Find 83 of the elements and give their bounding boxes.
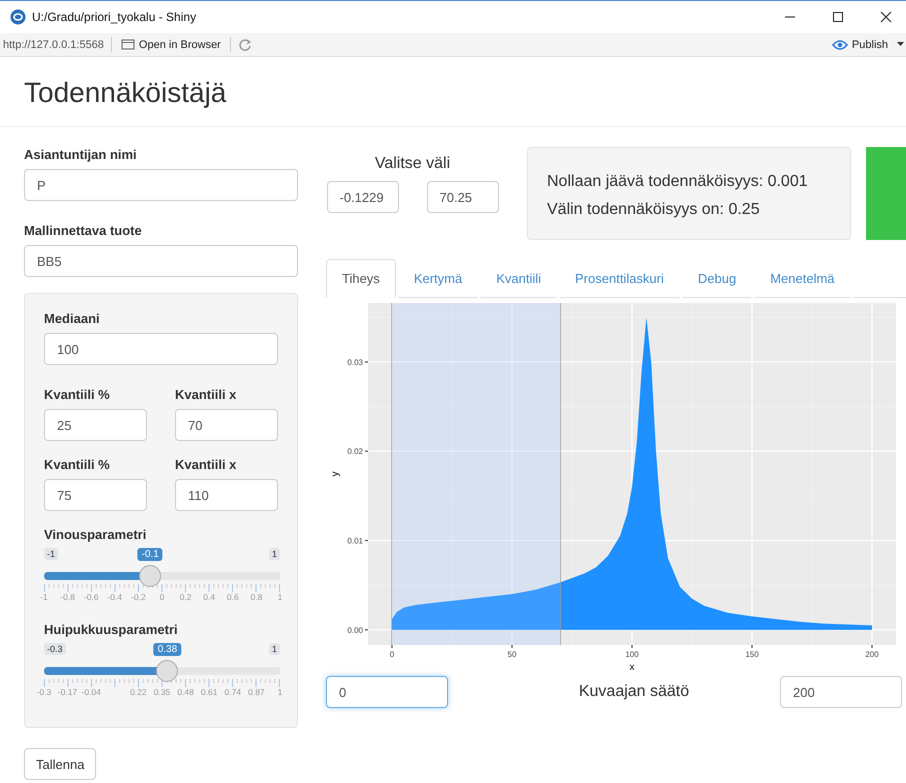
tick-label: 150: [745, 650, 759, 659]
result-text: Välin todennäköisyys on: 0.25: [547, 201, 761, 219]
axis-title: y: [330, 472, 341, 476]
close-icon[interactable]: [880, 11, 892, 23]
slider-label: Vinousparametri: [44, 527, 148, 542]
scale-label: 1: [278, 687, 282, 697]
plot-controls-title: Kuvaajan säätö: [578, 683, 690, 701]
scale-label: -0.4: [107, 592, 122, 602]
slider-max: 1: [268, 548, 280, 560]
tick-label: 100: [625, 650, 639, 659]
scale-label: 0.22: [130, 687, 147, 697]
open-in-browser-button[interactable]: Open in Browser: [118, 38, 223, 50]
slider-handle[interactable]: [156, 660, 178, 682]
input-field[interactable]: BB5: [24, 245, 298, 277]
input-field[interactable]: 70: [175, 409, 278, 441]
tab[interactable]: Menetelmä: [754, 259, 851, 298]
slider-min: -1: [44, 548, 58, 560]
input-field[interactable]: 0: [326, 676, 448, 708]
tick-label: 0.02: [347, 447, 363, 456]
scale-label: 0.4: [203, 592, 216, 602]
maximize-icon[interactable]: [832, 11, 844, 23]
scale-label: -0.3: [36, 687, 52, 697]
result-text: Nollaan jäävä todennäköisyys: 0.001: [547, 173, 809, 191]
scale-label: -1: [40, 592, 48, 602]
tick-label: 0.03: [347, 358, 363, 367]
slider-value: 0.38: [154, 643, 182, 656]
scale-label: 0.6: [226, 592, 239, 602]
refresh-icon[interactable]: [238, 38, 252, 52]
field-label: Mallinnettava tuote: [24, 223, 143, 238]
scale-label: -0.8: [60, 592, 75, 602]
caret-icon[interactable]: [897, 42, 904, 47]
tab[interactable]: Tiheys: [326, 259, 396, 298]
page-title: Todennäköistäjä: [24, 76, 228, 110]
input-field[interactable]: 75: [44, 479, 147, 511]
input-field[interactable]: P: [24, 169, 298, 201]
scale-label: 0: [160, 592, 164, 602]
input-field[interactable]: 70.25: [426, 181, 498, 213]
scale-label: -0.04: [82, 687, 101, 697]
input-field[interactable]: -0.1229: [326, 181, 398, 213]
scale-label: 0.48: [177, 687, 194, 697]
slider-label: Huipukkuusparametri: [44, 622, 179, 637]
browser-window-icon: [120, 38, 135, 50]
input-field[interactable]: 100: [44, 333, 278, 365]
input-field[interactable]: 25: [44, 409, 147, 441]
scale-label: -0.6: [84, 592, 99, 602]
interval-title: Valitse väli: [374, 155, 450, 173]
slider-handle[interactable]: [139, 565, 162, 587]
tab[interactable]: Kvantiili: [480, 259, 558, 298]
field-label: Kvantiili x: [175, 387, 238, 402]
scale-label: -0.2: [131, 592, 146, 602]
field-label: Kvantiili %: [44, 387, 111, 402]
scale-label: 1: [278, 592, 282, 602]
tab[interactable]: Prosenttilaskuri: [559, 259, 680, 298]
field-label: Asiantuntijan nimi: [24, 147, 138, 162]
scale-label: -0.17: [58, 687, 78, 697]
field-label: Mediaani: [44, 311, 101, 326]
input-field[interactable]: 200: [780, 676, 902, 708]
slider-max: 1: [268, 643, 280, 655]
eye-icon: [832, 38, 848, 50]
save-button[interactable]: Tallenna: [24, 748, 96, 780]
field-label: Kvantiili %: [44, 457, 111, 472]
input-field[interactable]: 110: [175, 479, 278, 511]
url-text: http://127.0.0.1:5568: [3, 38, 104, 50]
scale-label: 0.35: [154, 687, 170, 697]
slider-min: -0.3: [44, 643, 66, 655]
publish-button[interactable]: Publish: [830, 38, 890, 50]
tab[interactable]: Debug: [682, 259, 752, 298]
scale-label: 0.87: [248, 687, 265, 697]
tick-label: 50: [508, 650, 516, 659]
scale-label: 0.2: [180, 592, 192, 602]
scale-label: 0.61: [200, 687, 218, 697]
app-icon: [10, 9, 26, 25]
tick-label: 0.01: [347, 536, 363, 546]
tick-label: 200: [865, 650, 879, 659]
scale-label: 0.8: [250, 592, 262, 602]
scale-label: 0.74: [224, 687, 242, 697]
field-label: Kvantiili x: [175, 457, 238, 472]
window-title: U:/Gradu/priori_tyokalu - Shiny: [32, 10, 196, 24]
tick-label: 0: [390, 650, 394, 659]
tick-label: 0.00: [347, 626, 363, 635]
axis-title: x: [630, 662, 634, 673]
tab[interactable]: Kertymä: [398, 259, 478, 298]
slider-value: -0.1: [138, 548, 163, 561]
